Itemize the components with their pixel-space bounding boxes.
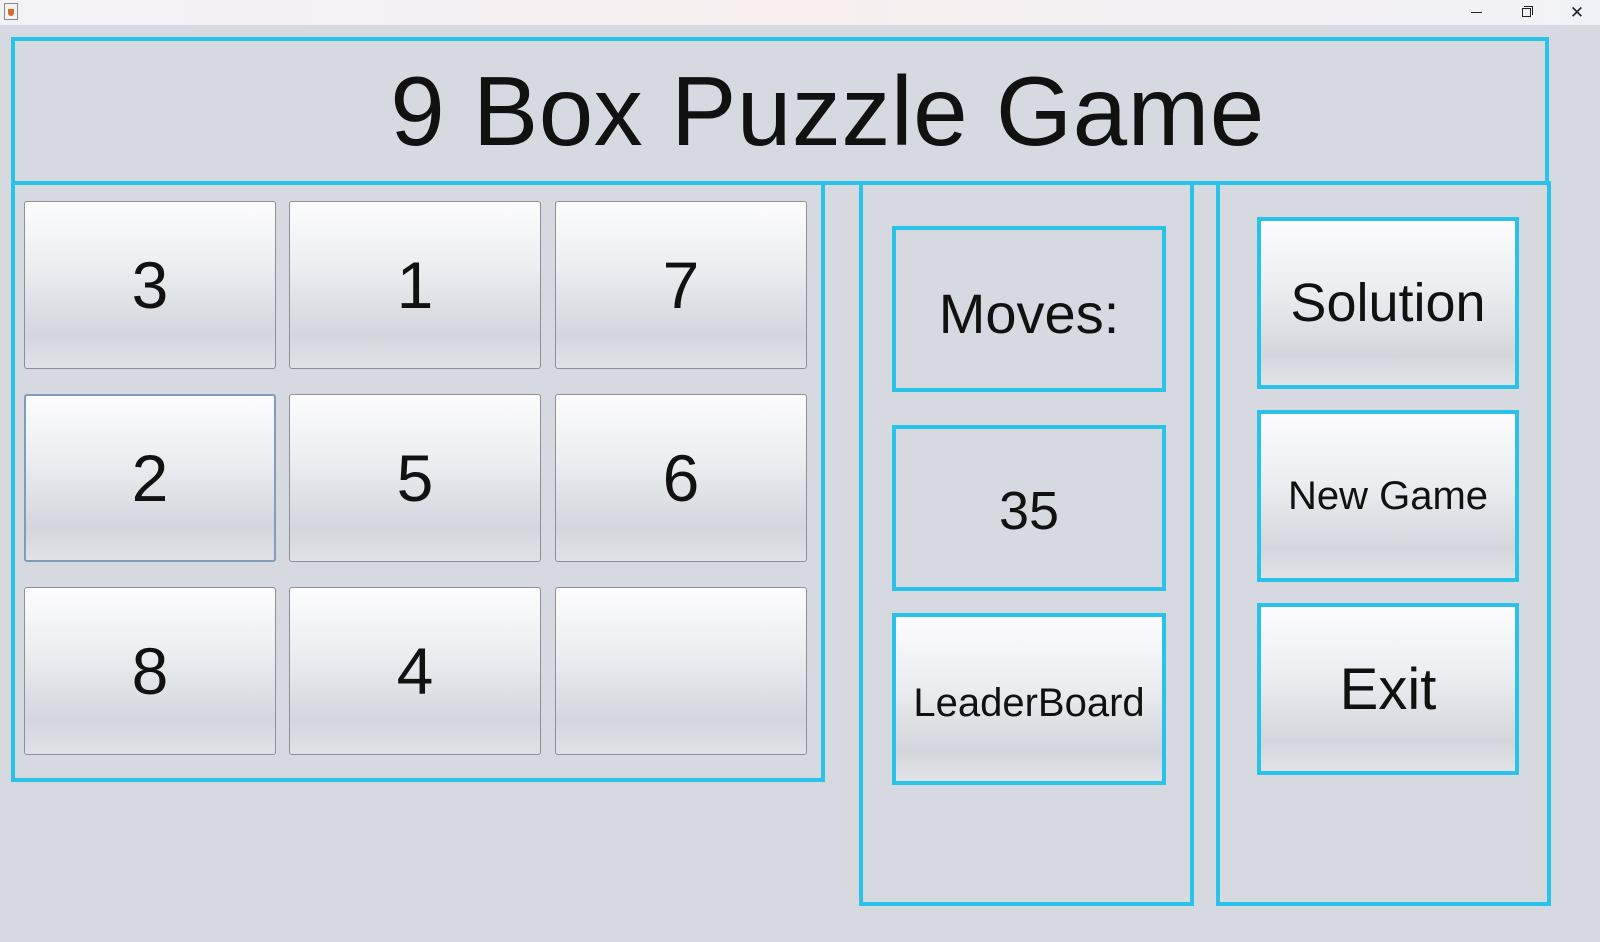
tile-7[interactable]: 4 (289, 587, 541, 755)
close-button[interactable]: ✕ (1552, 0, 1600, 25)
close-icon: ✕ (1569, 2, 1585, 23)
minimize-button[interactable] (1451, 0, 1501, 25)
controls-panel: Solution New Game Exit (1216, 181, 1551, 906)
minimize-icon (1470, 12, 1482, 13)
java-app-icon (4, 3, 18, 20)
tile-0[interactable]: 3 (24, 201, 276, 369)
tile-1[interactable]: 1 (289, 201, 541, 369)
tile-6[interactable]: 8 (24, 587, 276, 755)
leaderboard-button[interactable]: LeaderBoard (892, 613, 1166, 785)
solution-button[interactable]: Solution (1257, 217, 1519, 389)
moves-panel: Moves: 35 LeaderBoard (859, 181, 1194, 906)
new-game-button[interactable]: New Game (1257, 410, 1519, 582)
tile-8-empty[interactable] (555, 587, 807, 755)
tile-3[interactable]: 2 (24, 394, 276, 562)
restore-icon (1521, 6, 1533, 17)
tile-5[interactable]: 6 (555, 394, 807, 562)
title-panel: 9 Box Puzzle Game (11, 37, 1549, 185)
page-title: 9 Box Puzzle Game (390, 55, 1265, 166)
exit-button[interactable]: Exit (1257, 603, 1519, 775)
tile-4[interactable]: 5 (289, 394, 541, 562)
tile-2[interactable]: 7 (555, 201, 807, 369)
window-titlebar: ✕ (0, 0, 1600, 25)
moves-count: 35 (892, 425, 1166, 591)
moves-label: Moves: (892, 226, 1166, 392)
puzzle-board: 3 1 7 2 5 6 8 4 (11, 181, 825, 782)
restore-button[interactable] (1501, 0, 1551, 25)
